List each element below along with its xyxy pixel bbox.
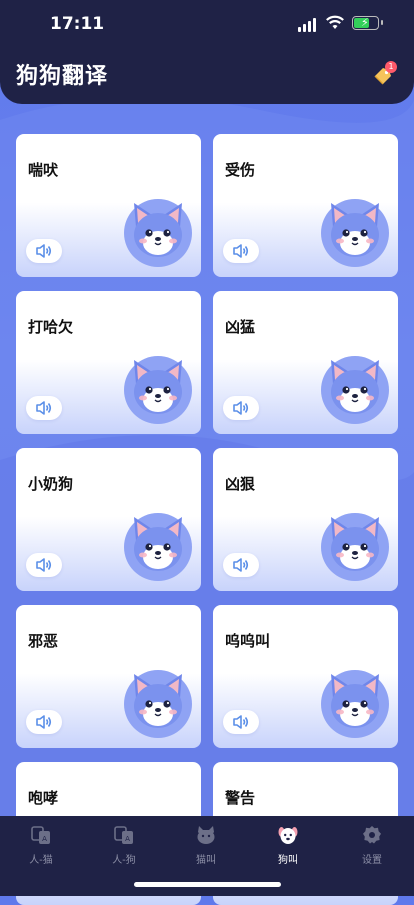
person-dog-translate-icon: A: [113, 824, 135, 846]
svg-text:A: A: [125, 835, 130, 843]
tab-label: 狗叫: [278, 855, 298, 866]
sound-card-label: 凶猛: [225, 318, 256, 336]
sound-card-label: 呜呜叫: [225, 632, 271, 650]
svg-text:A: A: [42, 835, 47, 843]
play-sound-button[interactable]: [26, 239, 62, 263]
sound-card[interactable]: 受伤: [213, 134, 398, 277]
tab-person-dog-translate[interactable]: A 人-狗: [89, 824, 159, 870]
app-header: 17:11 ⚡ 狗狗翻译 1: [0, 0, 414, 104]
tab-person-cat-translate[interactable]: A 人-猫: [6, 824, 76, 870]
sound-card[interactable]: 凶猛: [213, 291, 398, 434]
dog-avatar-icon: [122, 668, 194, 740]
settings-icon: [361, 824, 383, 846]
tab-label: 设置: [362, 855, 382, 866]
dog-avatar-icon: [122, 354, 194, 426]
notification-badge: 1: [385, 61, 397, 73]
dog-avatar-icon: [319, 354, 391, 426]
sound-card[interactable]: 打哈欠: [16, 291, 201, 434]
tab-dog-face[interactable]: 狗叫: [253, 824, 323, 870]
play-sound-button[interactable]: [26, 396, 62, 420]
sound-card-label: 邪恶: [28, 632, 59, 650]
home-indicator[interactable]: [134, 882, 281, 887]
tab-label: 猫叫: [196, 855, 216, 866]
status-time: 17:11: [50, 14, 105, 34]
play-sound-button[interactable]: [223, 239, 259, 263]
status-bar: 17:11 ⚡: [0, 0, 414, 50]
cellular-signal-icon: [298, 18, 320, 32]
sound-card[interactable]: 凶狠: [213, 448, 398, 591]
wifi-icon: [326, 15, 344, 29]
play-sound-button[interactable]: [223, 396, 259, 420]
play-sound-button[interactable]: [26, 553, 62, 577]
dog-avatar-icon: [319, 668, 391, 740]
tab-label: 人-狗: [112, 855, 136, 866]
sound-card-label: 警告: [225, 789, 256, 807]
cat-face-icon: [195, 824, 217, 846]
sound-card-label: 受伤: [225, 161, 256, 179]
dog-face-icon: [277, 824, 299, 846]
play-sound-button[interactable]: [223, 553, 259, 577]
sound-card[interactable]: 喘吠: [16, 134, 201, 277]
play-sound-button[interactable]: [26, 710, 62, 734]
sound-card-label: 喘吠: [28, 161, 59, 179]
dog-avatar-icon: [122, 511, 194, 583]
tab-cat-face[interactable]: 猫叫: [171, 824, 241, 870]
page-title: 狗狗翻译: [16, 64, 109, 89]
dog-avatar-icon: [319, 197, 391, 269]
sound-card-label: 凶狠: [225, 475, 256, 493]
tab-label: 人-猫: [29, 855, 53, 866]
tab-settings[interactable]: 设置: [337, 824, 407, 870]
sound-card-label: 咆哮: [28, 789, 59, 807]
sound-card[interactable]: 邪恶: [16, 605, 201, 748]
person-cat-translate-icon: A: [30, 824, 52, 846]
battery-icon: ⚡: [352, 16, 383, 30]
sound-card[interactable]: 呜呜叫: [213, 605, 398, 748]
play-sound-button[interactable]: [223, 710, 259, 734]
dog-avatar-icon: [319, 511, 391, 583]
sound-card-label: 打哈欠: [28, 318, 74, 336]
dog-avatar-icon: [122, 197, 194, 269]
sound-card-label: 小奶狗: [28, 475, 74, 493]
sound-card[interactable]: 小奶狗: [16, 448, 201, 591]
